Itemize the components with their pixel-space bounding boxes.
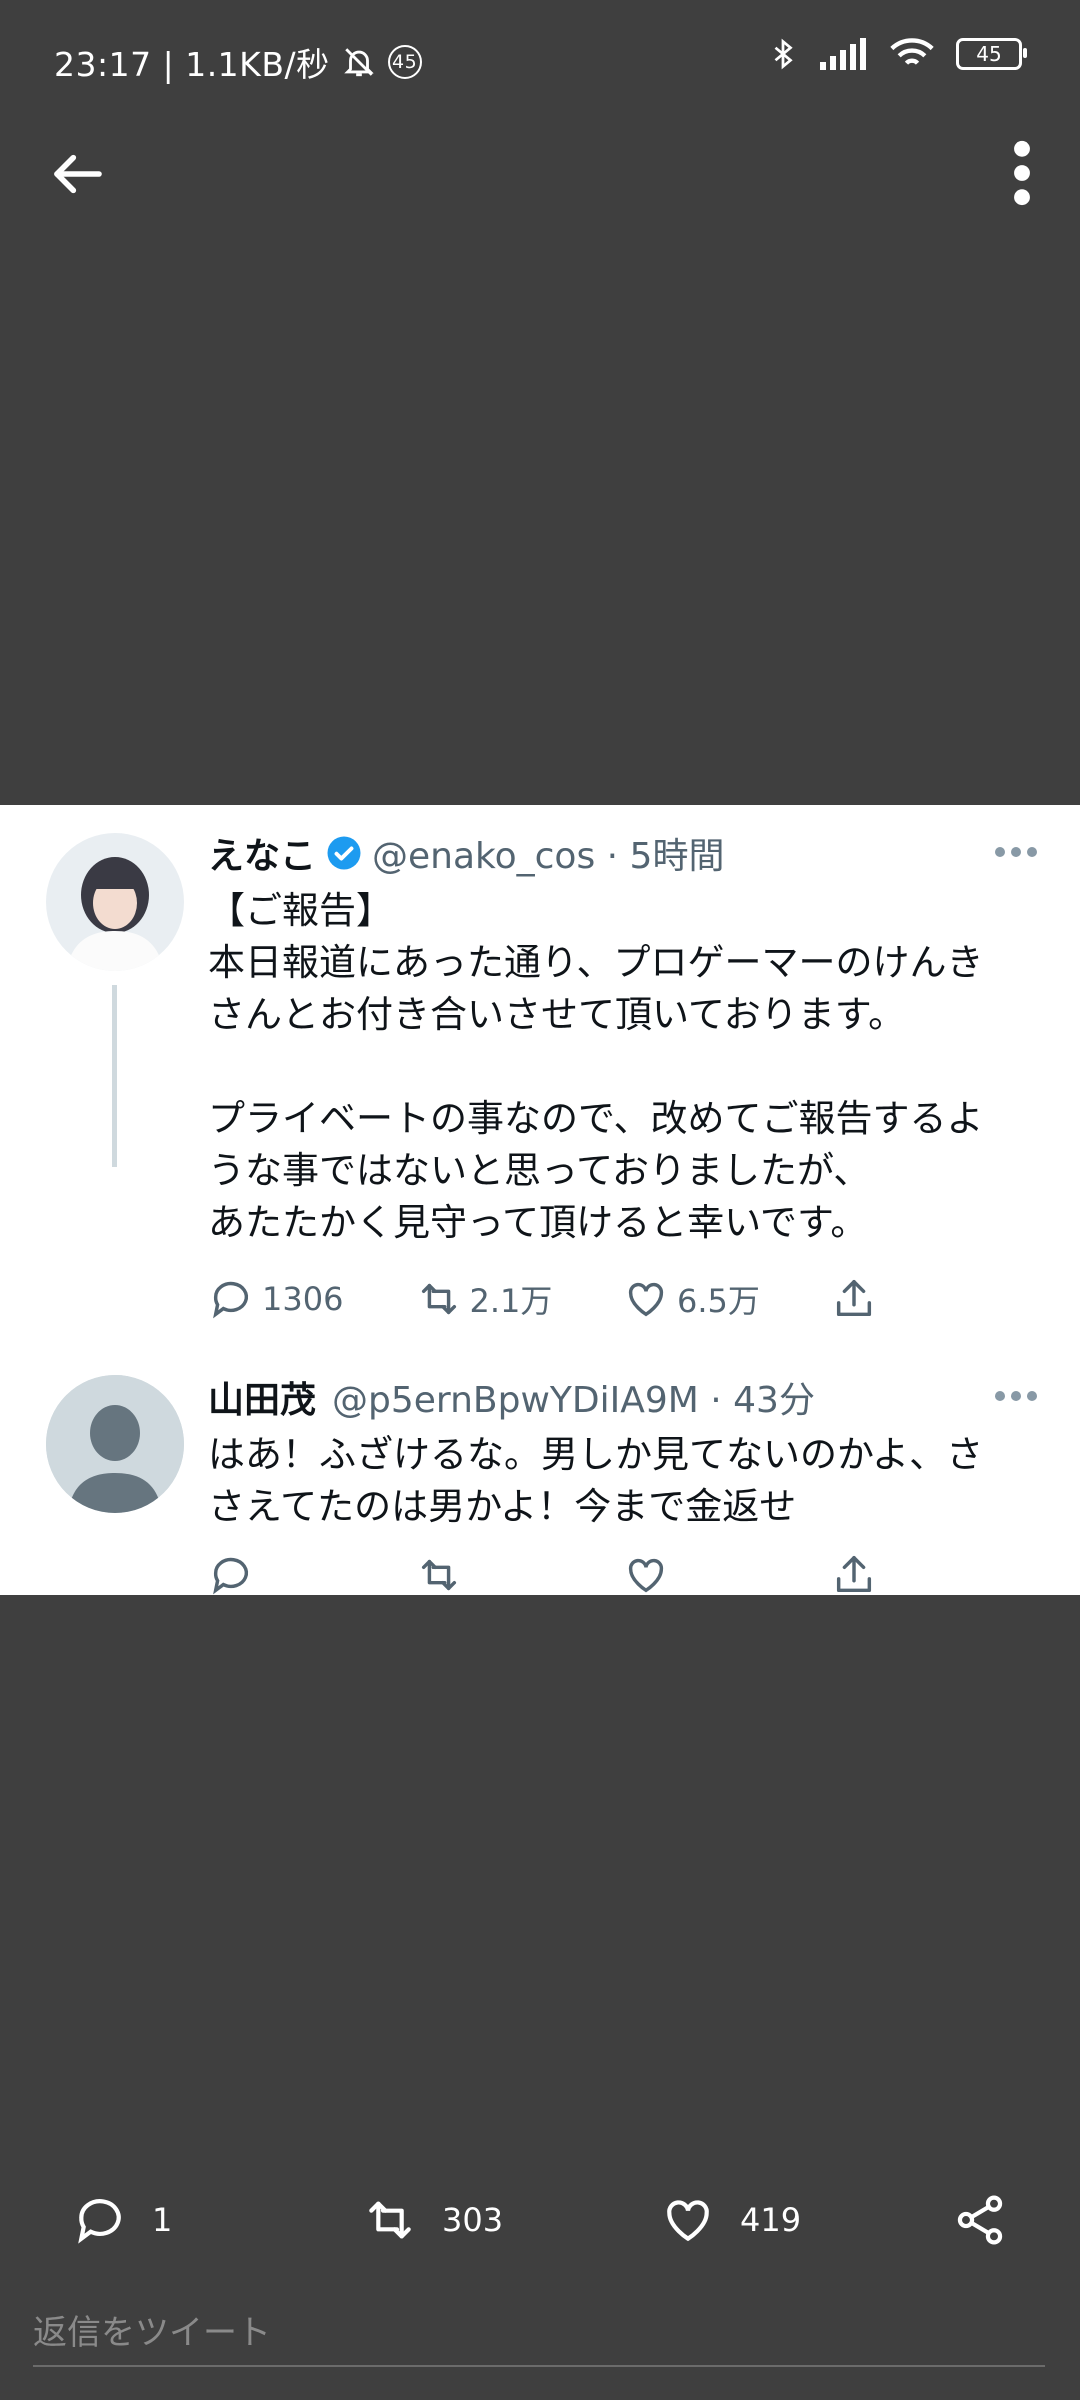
bell-muted-icon [343, 48, 374, 77]
reply-icon [78, 2199, 121, 2244]
reply-button[interactable] [208, 1552, 416, 1598]
bottom-retweet-count: 303 [442, 2201, 504, 2239]
author-name[interactable]: えなこ [208, 827, 316, 879]
retweet-button[interactable] [416, 1552, 624, 1598]
tweet-main: えなこ @enako_cos · 5時間 【ご報告】 本日報道にあった通り、プロ… [208, 827, 1038, 1327]
heart-icon [628, 1558, 664, 1593]
reply-input[interactable]: 返信をツイート [33, 2305, 1045, 2367]
top-bar [0, 120, 1080, 220]
bottom-like-count: 419 [740, 2201, 802, 2239]
status-bar: 23:17 | 1.1KB/秒 45 45 [0, 0, 1080, 120]
back-arrow-icon[interactable] [48, 146, 108, 202]
reply-actions [208, 1547, 1038, 1603]
retweet-button[interactable]: 2.1万 [416, 1276, 624, 1322]
author-handle-time: @enako_cos · 5時間 [372, 836, 725, 877]
reply-header: 山田茂 @p5ernBpwYDiIA9M · 43分 [208, 1371, 1038, 1423]
reply-author-name[interactable]: 山田茂 [208, 1371, 316, 1423]
share-icon [836, 1280, 871, 1317]
reply-text: はあ！ふざけるな。男しか見てないのかよ、さ さえてたのは男かよ！今まで金返せ [208, 1433, 984, 1528]
more-horizontal-icon[interactable] [994, 845, 1038, 859]
share-button[interactable] [831, 1276, 1039, 1322]
share-icon [957, 2195, 1003, 2245]
status-time-speed: 23:17 | 1.1KB/秒 [54, 45, 330, 84]
tweet-reply: 山田茂 @p5ernBpwYDiIA9M · 43分 はあ！ふざけるな。男しか見… [208, 1371, 1038, 1603]
reply-icon [213, 1281, 249, 1319]
status-right: 45 [768, 36, 1027, 72]
bottom-share-button[interactable] [952, 2192, 1008, 2248]
thread-line [112, 985, 117, 1167]
bottom-reply-button[interactable]: 1 [72, 2192, 172, 2248]
more-vertical-icon[interactable] [1004, 140, 1040, 206]
heart-icon [628, 1282, 664, 1317]
bottom-retweet-button[interactable]: 303 [362, 2192, 503, 2248]
reply-count: 1306 [262, 1280, 344, 1318]
tweet-actions: 1306 2.1万 6.5万 [208, 1271, 1038, 1327]
wifi-icon [890, 38, 934, 65]
retweet-icon [421, 1283, 456, 1315]
more-horizontal-icon[interactable] [994, 1389, 1038, 1403]
retweet-count: 2.1万 [469, 1282, 553, 1320]
signal-icon [820, 38, 866, 70]
like-count: 6.5万 [677, 1282, 760, 1320]
bottom-action-bar: 1 303 419 [0, 2175, 1080, 2265]
tweet-header: えなこ @enako_cos · 5時間 [208, 827, 1038, 879]
avatar[interactable] [46, 833, 184, 971]
reply-author-handle-time: @p5ernBpwYDiIA9M · 43分 [332, 1380, 815, 1421]
bottom-reply-count: 1 [152, 2201, 173, 2239]
retweet-icon [421, 1559, 456, 1591]
like-button[interactable]: 6.5万 [623, 1276, 831, 1322]
share-icon [836, 1556, 871, 1593]
verified-badge-icon [327, 836, 361, 870]
bluetooth-icon [774, 38, 793, 70]
retweet-icon [369, 2201, 411, 2239]
reply-icon [213, 1557, 249, 1595]
tweet-card[interactable]: えなこ @enako_cos · 5時間 【ご報告】 本日報道にあった通り、プロ… [0, 805, 1080, 1595]
tweet-text: 【ご報告】 本日報道にあった通り、プロゲーマーのけんき さんとお付き合いさせて頂… [208, 889, 984, 1244]
battery-indicator: 45 [956, 38, 1027, 70]
status-left: 23:17 | 1.1KB/秒 45 [54, 38, 422, 86]
like-button[interactable] [623, 1552, 831, 1598]
share-button[interactable] [831, 1552, 1039, 1598]
bottom-like-button[interactable]: 419 [660, 2192, 801, 2248]
reply-button[interactable]: 1306 [208, 1276, 416, 1322]
notification-badge: 45 [387, 45, 422, 79]
avatar-default[interactable] [46, 1375, 184, 1513]
heart-icon [667, 2200, 709, 2242]
